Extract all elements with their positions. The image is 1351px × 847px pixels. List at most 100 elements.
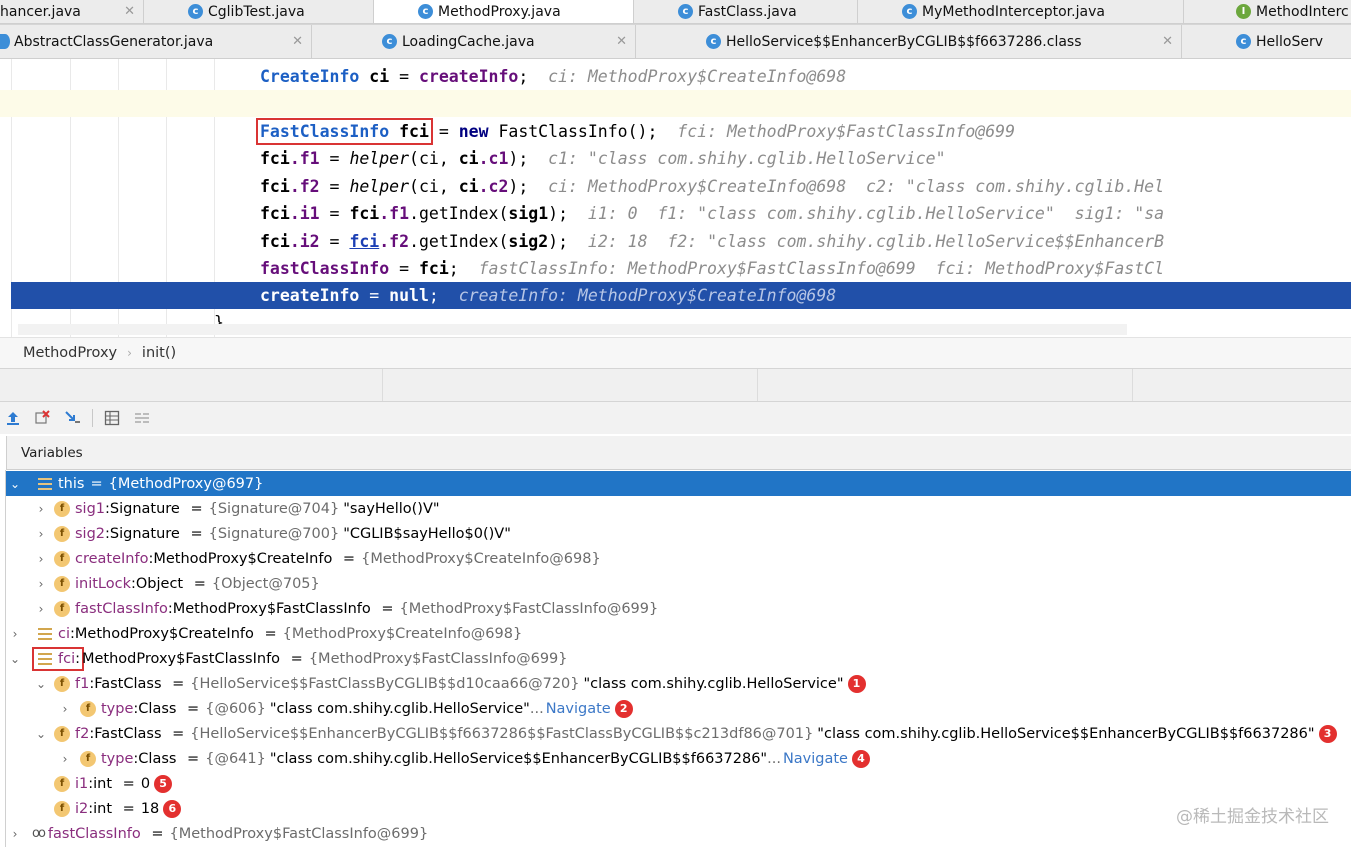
field-icon: f	[54, 550, 70, 567]
close-icon[interactable]: ✕	[1162, 34, 1173, 49]
variable-row-f1-type[interactable]: › f type: Class = {@606} "class com.shihy.…	[6, 696, 1351, 721]
chevron-right-icon: ›	[127, 346, 132, 360]
chevron-right-icon[interactable]: ›	[34, 502, 48, 516]
variable-row-ci[interactable]: › ci: MethodProxy$CreateInfo = {MethodPro…	[6, 621, 1351, 646]
code-line: FastClassInfo fci = new FastClassInfo();…	[256, 118, 1016, 145]
variable-row-sig2[interactable]: › f sig2: Signature = {Signature@700} "CGL…	[6, 521, 1351, 546]
tab-label: MethodProxy.java	[438, 3, 561, 20]
field-icon: f	[54, 725, 70, 742]
chevron-down-icon[interactable]: ⌄	[34, 727, 48, 741]
editor-tabs-row-2: AbstractClassGenerator.java ✕ c LoadingC…	[0, 24, 1351, 59]
tab-abstractclassgenerator[interactable]: AbstractClassGenerator.java ✕	[0, 25, 312, 58]
tab-fastclass[interactable]: c FastClass.java	[634, 0, 858, 23]
tab-loadingcache[interactable]: c LoadingCache.java ✕	[312, 25, 636, 58]
tab-helloservice[interactable]: c HelloServ	[1182, 25, 1351, 58]
tab-methodproxy[interactable]: c MethodProxy.java	[374, 0, 634, 23]
chevron-right-icon[interactable]: ›	[58, 752, 72, 766]
code-line: fci.f2 = helper(ci, ci.c2); ci: MethodPr…	[260, 177, 1165, 196]
variable-row-f1[interactable]: ⌄ f f1: FastClass = {HelloService$$FastCl…	[6, 671, 1351, 696]
chevron-right-icon[interactable]: ›	[34, 577, 48, 591]
execution-point-line: createInfo = null; createInfo: MethodPro…	[11, 282, 1351, 309]
step-out-icon[interactable]	[2, 407, 24, 429]
close-icon[interactable]: ✕	[292, 34, 303, 49]
code-line: fci.i2 = fci.f2.getIndex(sig2); i2: 18 f…	[260, 232, 1165, 251]
tab-label: FastClass.java	[698, 3, 797, 20]
tab-label: HelloService$$EnhancerByCGLIB$$f6637286.…	[726, 33, 1082, 50]
tab-label: HelloServ	[1256, 33, 1324, 50]
breadcrumb-class[interactable]: MethodProxy	[23, 345, 117, 361]
tab-label: MethodInterc	[1256, 3, 1349, 20]
evaluate-expression-icon[interactable]	[101, 407, 123, 429]
field-icon: f	[54, 675, 70, 692]
variable-row-i2[interactable]: f i2: int = 18 6	[6, 796, 1351, 821]
debugger-toolbar	[0, 402, 1351, 434]
variables-panel-header: Variables	[6, 436, 1351, 470]
variable-row-fastclassinfo[interactable]: › f fastClassInfo: MethodProxy$FastClass…	[6, 596, 1351, 621]
variable-row-createinfo[interactable]: › f createInfo: MethodProxy$CreateInfo =…	[6, 546, 1351, 571]
navigate-link[interactable]: Navigate	[546, 701, 611, 717]
tab-helloservice-enhancer[interactable]: c HelloService$$EnhancerByCGLIB$$f663728…	[636, 25, 1182, 58]
variable-row-i1[interactable]: f i1: int = 0 5	[6, 771, 1351, 796]
field-icon: f	[54, 775, 70, 792]
tab-label: LoadingCache.java	[402, 33, 535, 50]
current-line	[0, 90, 1351, 117]
annotation-badge: 2	[614, 699, 633, 718]
tab-label: hancer.java	[0, 3, 81, 20]
watch-icon: oo	[32, 826, 46, 841]
annotation-badge: 3	[1318, 724, 1337, 743]
variable-row-initlock[interactable]: › f initLock: Object = {Object@705}	[6, 571, 1351, 596]
variable-row-f2[interactable]: ⌄ f f2: FastClass = {HelloService$$Enhanc…	[6, 721, 1351, 746]
annotation-badge: 4	[851, 749, 870, 768]
chevron-down-icon[interactable]: ⌄	[34, 677, 48, 691]
tab-label: MyMethodInterceptor.java	[922, 3, 1105, 20]
breadcrumb-method[interactable]: init()	[142, 345, 176, 361]
variable-row-watch-fastclassinfo[interactable]: › oo fastClassInfo = {MethodProxy$FastCla…	[6, 821, 1351, 846]
chevron-right-icon[interactable]: ›	[8, 827, 22, 841]
tab-enhancer[interactable]: hancer.java ✕	[0, 0, 144, 23]
class-icon	[0, 34, 10, 49]
close-icon[interactable]: ✕	[616, 34, 627, 49]
horizontal-scrollbar[interactable]	[18, 324, 1127, 335]
tab-mymethodinterceptor[interactable]: c MyMethodInterceptor.java	[858, 0, 1184, 23]
variable-row-this[interactable]: ⌄ this = {MethodProxy@697}	[6, 471, 1351, 496]
code-editor[interactable]: CreateInfo ci = createInfo; ci: MethodPr…	[0, 59, 1351, 337]
code-line: CreateInfo ci = createInfo; ci: MethodPr…	[260, 67, 847, 86]
chevron-right-icon[interactable]: ›	[58, 702, 72, 716]
drop-frame-icon[interactable]	[32, 407, 54, 429]
class-icon: c	[418, 4, 433, 19]
chevron-right-icon[interactable]: ›	[34, 602, 48, 616]
chevron-right-icon[interactable]: ›	[8, 627, 22, 641]
navigate-link[interactable]: Navigate	[783, 751, 848, 767]
tab-label: AbstractClassGenerator.java	[14, 33, 214, 50]
chevron-down-icon[interactable]: ⌄	[8, 477, 22, 491]
highlight-box: fci:	[32, 646, 84, 671]
watermark: @稀土掘金技术社区	[1176, 807, 1329, 827]
annotation-badge: 5	[154, 774, 173, 793]
tab-methodinterceptor[interactable]: I MethodInterc	[1184, 0, 1351, 23]
chevron-down-icon[interactable]: ⌄	[8, 652, 22, 666]
tab-cglibtest[interactable]: c CglibTest.java	[144, 0, 374, 23]
field-icon: f	[54, 600, 70, 617]
close-icon[interactable]: ✕	[124, 4, 135, 19]
chevron-right-icon[interactable]: ›	[34, 552, 48, 566]
field-icon: f	[80, 700, 96, 717]
debugger-frames-bar	[0, 368, 1351, 402]
local-variable-icon	[38, 477, 52, 490]
tab-label: CglibTest.java	[208, 3, 305, 20]
class-icon: c	[188, 4, 203, 19]
variables-title: Variables	[21, 444, 83, 461]
chevron-right-icon[interactable]: ›	[34, 527, 48, 541]
highlighted-declaration: FastClassInfo fci	[256, 118, 433, 145]
editor-tabs-row-1: hancer.java ✕ c CglibTest.java c MethodP…	[0, 0, 1351, 24]
field-icon: f	[54, 525, 70, 542]
class-icon: c	[678, 4, 693, 19]
variable-row-sig1[interactable]: › f sig1: Signature = {Signature@704} "say…	[6, 496, 1351, 521]
trace-icon[interactable]	[131, 407, 153, 429]
class-icon: c	[706, 34, 721, 49]
variable-row-f2-type[interactable]: › f type: Class = {@641} "class com.shihy.…	[6, 746, 1351, 771]
run-to-cursor-icon[interactable]	[62, 407, 84, 429]
class-icon: c	[382, 34, 397, 49]
code-line: fastClassInfo = fci; fastClassInfo: Meth…	[260, 259, 1165, 278]
variable-row-fci[interactable]: ⌄ fci: MethodProxy$FastClassInfo = {Metho…	[6, 646, 1351, 671]
class-icon: c	[1236, 34, 1251, 49]
